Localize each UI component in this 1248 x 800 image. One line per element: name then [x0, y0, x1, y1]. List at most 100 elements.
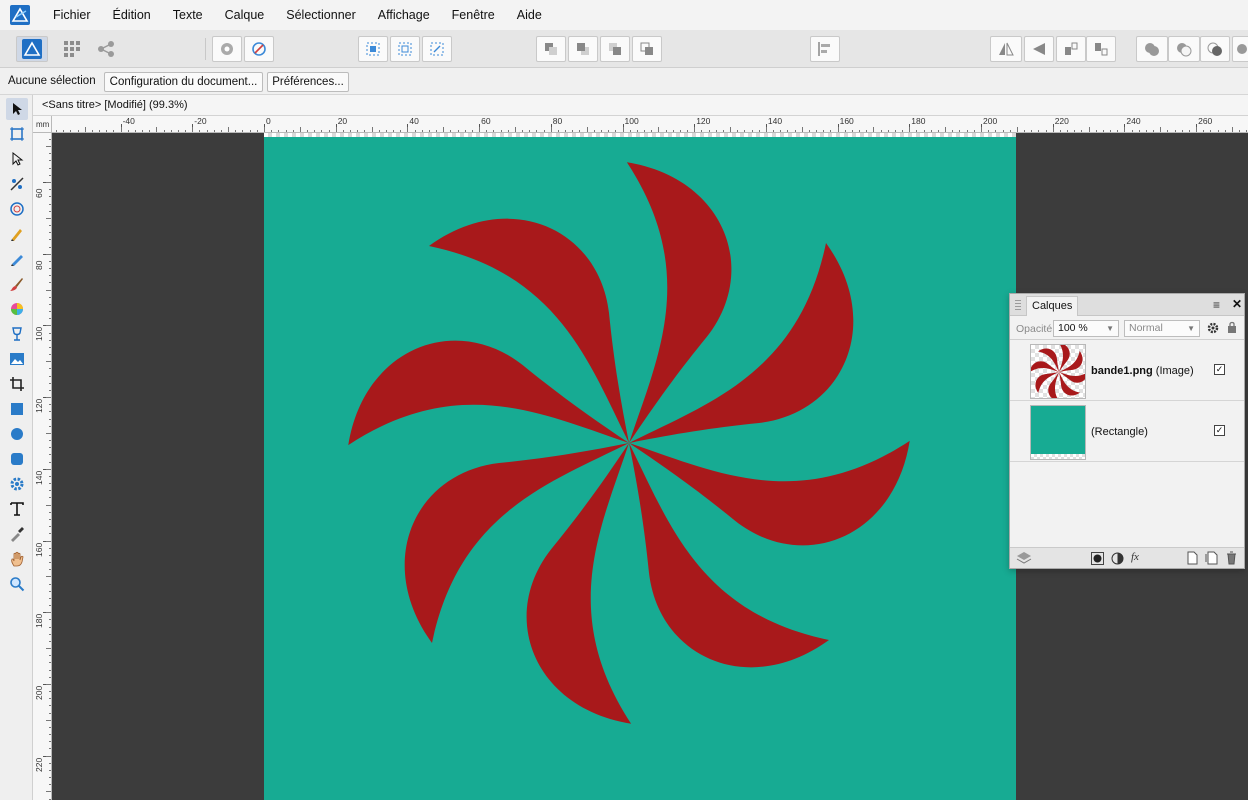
flip-vertical-button[interactable]	[1024, 36, 1054, 62]
document-title: <Sans titre> [Modifié] (99.3%)	[42, 99, 188, 111]
transform-rotate-button[interactable]	[422, 36, 452, 62]
artboard-tool[interactable]	[6, 123, 28, 145]
thumbnail-transparency-strip	[1031, 454, 1085, 459]
point-transform-tool[interactable]	[6, 173, 28, 195]
mask-icon[interactable]	[1091, 552, 1104, 565]
ruler-label: 160	[839, 116, 854, 126]
ellipse-tool[interactable]	[6, 423, 28, 445]
pen-tool[interactable]	[6, 223, 28, 245]
panel-menu-icon[interactable]: ≡	[1213, 298, 1220, 312]
shape-tool[interactable]	[6, 473, 28, 495]
boolean-intersect-button[interactable]	[1200, 36, 1230, 62]
rectangle-tool[interactable]	[6, 398, 28, 420]
boolean-intersect-icon	[1207, 42, 1222, 56]
menu-fenetre[interactable]: Fenêtre	[441, 0, 506, 30]
new-layer-icon[interactable]	[1187, 551, 1198, 565]
transform-bbox-button[interactable]	[390, 36, 420, 62]
layers-stack-icon[interactable]	[1016, 551, 1032, 565]
horizontal-ruler[interactable]: -40 -20 0 20 40 60 80 100 120 140 160 180 200 220 240 2…	[52, 116, 1248, 133]
flip-horizontal-button[interactable]	[990, 36, 1022, 62]
menu-calque[interactable]: Calque	[214, 0, 276, 30]
rectangle-icon	[11, 403, 23, 415]
adjustment-icon[interactable]	[1111, 552, 1124, 565]
place-image-tool[interactable]	[6, 348, 28, 370]
vertical-ruler[interactable]: 60 80 100 120 140 160 180 200 220	[33, 133, 52, 800]
panel-grip-icon[interactable]	[1015, 300, 1021, 310]
swirl-thumbnail	[1031, 345, 1085, 398]
artboard-icon	[10, 127, 24, 141]
close-icon[interactable]: ✕	[1232, 297, 1242, 311]
blend-mode-value: Normal	[1129, 322, 1163, 334]
crop-tool[interactable]	[6, 373, 28, 395]
new-group-icon[interactable]	[1205, 551, 1218, 565]
swirl-image[interactable]	[264, 137, 1016, 800]
opacity-select[interactable]: 100 % ▼	[1053, 320, 1119, 337]
boolean-add-button[interactable]	[1136, 36, 1168, 62]
boolean-add-icon	[1145, 43, 1159, 56]
pencil-tool[interactable]	[6, 248, 28, 270]
ellipse-icon	[11, 428, 23, 440]
artboard[interactable]	[264, 137, 1016, 800]
snapping-button[interactable]	[244, 36, 274, 62]
tab-calques[interactable]: Calques	[1026, 296, 1079, 316]
assistant-button[interactable]	[212, 36, 242, 62]
layer-row-rectangle[interactable]: (Rectangle) ✓	[1010, 402, 1244, 462]
visibility-checkbox[interactable]: ✓	[1214, 364, 1225, 375]
transparency-tool[interactable]	[6, 323, 28, 345]
view-tool[interactable]	[6, 548, 28, 570]
arrange-forward-button[interactable]	[600, 36, 630, 62]
export-persona-button[interactable]	[92, 36, 120, 62]
ruler-label: 120	[696, 116, 711, 126]
arrange-back-button[interactable]	[536, 36, 566, 62]
vector-brush-tool[interactable]	[6, 273, 28, 295]
layers-panel-footer: fx	[1010, 547, 1244, 568]
crop-icon	[10, 377, 24, 391]
lock-icon[interactable]	[1227, 321, 1237, 334]
zoom-tool[interactable]	[6, 573, 28, 595]
rotate-left-button[interactable]	[1056, 36, 1086, 62]
move-tool[interactable]	[6, 98, 28, 120]
visibility-checkbox[interactable]: ✓	[1214, 425, 1225, 436]
pixel-persona-button[interactable]	[58, 36, 86, 62]
ruler-label: 80	[34, 260, 44, 270]
rounded-rectangle-tool[interactable]	[6, 448, 28, 470]
arrange-forward-icon	[609, 43, 621, 55]
boolean-xor-button[interactable]	[1232, 36, 1248, 62]
menu-aide[interactable]: Aide	[506, 0, 553, 30]
boolean-subtract-button[interactable]	[1168, 36, 1200, 62]
node-tool[interactable]	[6, 148, 28, 170]
ruler-label: 60	[481, 116, 491, 126]
ruler-label: 80	[552, 116, 563, 126]
menu-fichier[interactable]: Fichier	[42, 0, 102, 30]
layer-thumbnail	[1030, 405, 1086, 460]
fx-icon[interactable]: fx	[1131, 551, 1139, 563]
align-button[interactable]	[810, 36, 840, 62]
chevron-down-icon: ▼	[1187, 324, 1195, 333]
document-tab[interactable]: <Sans titre> [Modifié] (99.3%)	[33, 95, 1248, 116]
designer-persona-button[interactable]	[16, 36, 48, 62]
contour-tool[interactable]	[6, 198, 28, 220]
ruler-label: 260	[1198, 116, 1213, 126]
menu-texte[interactable]: Texte	[162, 0, 214, 30]
trash-icon[interactable]	[1226, 551, 1237, 565]
preferences-button[interactable]: Préférences...	[267, 72, 349, 92]
text-tool[interactable]	[6, 498, 28, 520]
menu-edition[interactable]: Édition	[102, 0, 162, 30]
boolean-xor-icon	[1237, 44, 1247, 54]
arrange-front-button[interactable]	[632, 36, 662, 62]
color-picker-tool[interactable]	[6, 523, 28, 545]
text-t-icon	[10, 502, 24, 516]
blend-mode-select[interactable]: Normal ▼	[1124, 320, 1200, 337]
fill-tool[interactable]	[6, 298, 28, 320]
layer-row-image[interactable]: bande1.png (Image) ✓	[1010, 341, 1244, 401]
rotate-right-button[interactable]	[1086, 36, 1116, 62]
document-setup-button[interactable]: Configuration du document...	[104, 72, 263, 92]
gear-icon[interactable]	[1206, 321, 1220, 335]
transform-selection-button[interactable]	[358, 36, 388, 62]
layer-name-bold: bande1.png	[1091, 365, 1153, 377]
menu-affichage[interactable]: Affichage	[367, 0, 441, 30]
arrange-backward-button[interactable]	[568, 36, 598, 62]
menu-selectionner[interactable]: Sélectionner	[275, 0, 367, 30]
layer-options-row: Opacité: 100 % ▼ Normal ▼	[1010, 316, 1244, 340]
export-persona-icon	[98, 41, 114, 57]
